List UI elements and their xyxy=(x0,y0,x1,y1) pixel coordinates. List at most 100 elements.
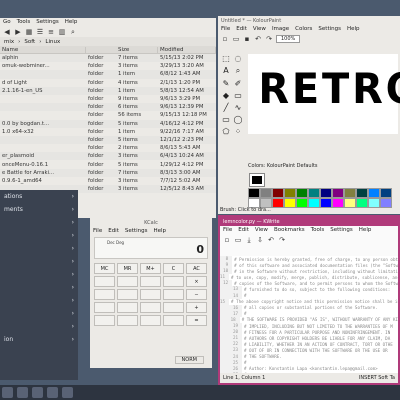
color-swatch[interactable] xyxy=(368,188,380,198)
calc-key[interactable] xyxy=(163,276,184,287)
color-swatch[interactable] xyxy=(356,188,368,198)
detail-view-icon[interactable]: ≡ xyxy=(47,28,55,36)
launcher-item[interactable]: ments › xyxy=(0,203,78,216)
color-swatch[interactable] xyxy=(296,198,308,208)
menu-file[interactable]: File xyxy=(221,26,230,32)
color-swatch[interactable] xyxy=(284,198,296,208)
undo-icon[interactable]: ↶ xyxy=(267,236,275,244)
save-icon[interactable]: ⤓ xyxy=(245,236,253,244)
fill-icon[interactable]: ◆ xyxy=(220,91,232,100)
calc-key[interactable] xyxy=(117,289,138,300)
calc-key[interactable] xyxy=(140,302,161,313)
header-name[interactable]: Name xyxy=(0,46,86,53)
menu-edit[interactable]: Edit xyxy=(238,227,249,233)
header-size[interactable]: Size xyxy=(116,46,158,53)
menu-help[interactable]: Help xyxy=(347,26,360,32)
color-swatch[interactable] xyxy=(308,198,320,208)
launcher-item[interactable]: › xyxy=(0,216,78,229)
menu-tools[interactable]: Tools xyxy=(311,227,325,233)
table-row[interactable]: folder 1 item 6/8/12 1:43 AM xyxy=(0,70,216,79)
table-row[interactable]: alphin folder 7 items 5/15/13 2:02 PM xyxy=(0,54,216,63)
text-icon[interactable]: A xyxy=(220,66,232,76)
calc-key[interactable] xyxy=(94,289,115,300)
launcher-item[interactable]: › xyxy=(0,281,78,294)
calc-key[interactable]: MC xyxy=(94,263,115,274)
launcher-item[interactable]: › xyxy=(0,229,78,242)
menu-file[interactable]: File xyxy=(223,227,232,233)
calc-key[interactable]: + xyxy=(186,302,207,313)
menu-image[interactable]: Image xyxy=(272,26,289,32)
table-row[interactable]: onceMenu-0.16.1 folder 5 items 1/29/12 4… xyxy=(0,160,216,168)
task-icon[interactable] xyxy=(47,387,58,398)
undo-icon[interactable]: ↶ xyxy=(254,35,262,43)
color-swatch[interactable] xyxy=(260,188,272,198)
polygon-icon[interactable]: ⬠ xyxy=(220,127,232,136)
grid-view-icon[interactable]: ▦ xyxy=(25,28,33,36)
menu-help[interactable]: Help xyxy=(65,19,78,25)
menu-file[interactable]: File xyxy=(93,228,102,234)
table-row[interactable]: folder 9 items 9/6/13 3:29 PM xyxy=(0,95,216,103)
forward-icon[interactable]: ▶ xyxy=(14,28,22,36)
redo-icon[interactable]: ↷ xyxy=(278,236,286,244)
crumb-soft[interactable]: Soft xyxy=(24,39,35,45)
table-row[interactable]: folder 56 items 9/15/13 12:18 PM xyxy=(0,111,216,119)
text-editor[interactable]: 8 # Permission is hereby granted, free o… xyxy=(220,256,398,378)
table-row[interactable]: 1.0 x64-x32 folder 1 item 9/22/16 7:17 A… xyxy=(0,128,216,136)
table-row[interactable]: folder 6 items 9/6/13 12:39 PM xyxy=(0,103,216,112)
open-icon[interactable]: ▭ xyxy=(232,35,240,43)
drawing-canvas[interactable]: RETRO xyxy=(248,54,400,134)
split-icon[interactable]: ▥ xyxy=(58,28,66,36)
calc-key[interactable] xyxy=(117,315,138,326)
zoom-icon[interactable]: ⌕ xyxy=(232,66,244,76)
menu-settings[interactable]: Settings xyxy=(318,26,341,32)
save-icon[interactable]: ▪ xyxy=(243,35,251,43)
color-swatch[interactable] xyxy=(344,198,356,208)
menu-settings[interactable]: Settings xyxy=(36,19,59,25)
menu-help[interactable]: Help xyxy=(359,227,372,233)
launcher-item[interactable]: › xyxy=(0,294,78,307)
crumb-linux[interactable]: Linux xyxy=(45,39,60,45)
spray-icon[interactable]: ⁘ xyxy=(232,127,244,136)
calc-key[interactable]: = xyxy=(186,315,207,326)
color-swatch[interactable] xyxy=(284,188,296,198)
task-icon[interactable] xyxy=(17,387,28,398)
calc-key[interactable]: AC xyxy=(186,263,207,274)
calc-key[interactable] xyxy=(163,289,184,300)
calc-key[interactable] xyxy=(163,302,184,313)
menu-colors[interactable]: Colors xyxy=(295,26,312,32)
menu-settings[interactable]: Settings xyxy=(330,227,353,233)
color-swatch[interactable] xyxy=(332,188,344,198)
calc-key[interactable] xyxy=(117,276,138,287)
menu-tools[interactable]: Tools xyxy=(17,19,31,25)
color-swatch[interactable] xyxy=(356,198,368,208)
color-swatch[interactable] xyxy=(380,198,392,208)
table-row[interactable]: 2.1.16-1-en_US folder 1 item 5/8/13 12:5… xyxy=(0,86,216,95)
list-view-icon[interactable]: ☰ xyxy=(36,28,44,36)
menu-edit[interactable]: Edit xyxy=(108,228,119,234)
foreground-color[interactable] xyxy=(249,173,265,187)
table-row[interactable]: omuk-webminer... folder 3 items 3/29/13 … xyxy=(0,62,216,70)
calc-key[interactable] xyxy=(140,315,161,326)
color-swatch[interactable] xyxy=(368,198,380,208)
eraser-icon[interactable]: ▭ xyxy=(232,91,244,100)
color-swatch[interactable] xyxy=(332,198,344,208)
new-icon[interactable]: ▫ xyxy=(221,35,229,43)
launcher-item[interactable]: › xyxy=(0,242,78,255)
launcher-item[interactable]: ion › xyxy=(0,333,78,346)
back-icon[interactable]: ◀ xyxy=(3,28,11,36)
task-icon[interactable] xyxy=(62,387,73,398)
save-as-icon[interactable]: ⇩ xyxy=(256,236,264,244)
table-row[interactable]: folder 2 items 8/6/13 5:43 AM xyxy=(0,144,216,152)
brush-icon[interactable]: ✐ xyxy=(232,79,244,88)
calc-key[interactable]: C xyxy=(163,263,184,274)
table-row[interactable]: 0.9.6-1_amd64 folder 3 items 7/7/12 5:02… xyxy=(0,177,216,185)
new-icon[interactable]: ▫ xyxy=(223,236,231,244)
input-mode[interactable]: INSERT Soft Ta xyxy=(359,375,395,381)
launcher-item[interactable]: › xyxy=(0,255,78,268)
open-icon[interactable]: ▭ xyxy=(234,236,242,244)
menu-go[interactable]: Go xyxy=(3,19,11,25)
table-row[interactable]: er_plasmoid folder 3 items 6/4/13 10:24 … xyxy=(0,152,216,161)
table-row[interactable]: folder 5 items 12/1/12 2:23 PM xyxy=(0,135,216,145)
calc-key[interactable]: × xyxy=(186,276,207,287)
table-row[interactable]: e Battle for Arraki... folder 7 items 8/… xyxy=(0,168,216,177)
